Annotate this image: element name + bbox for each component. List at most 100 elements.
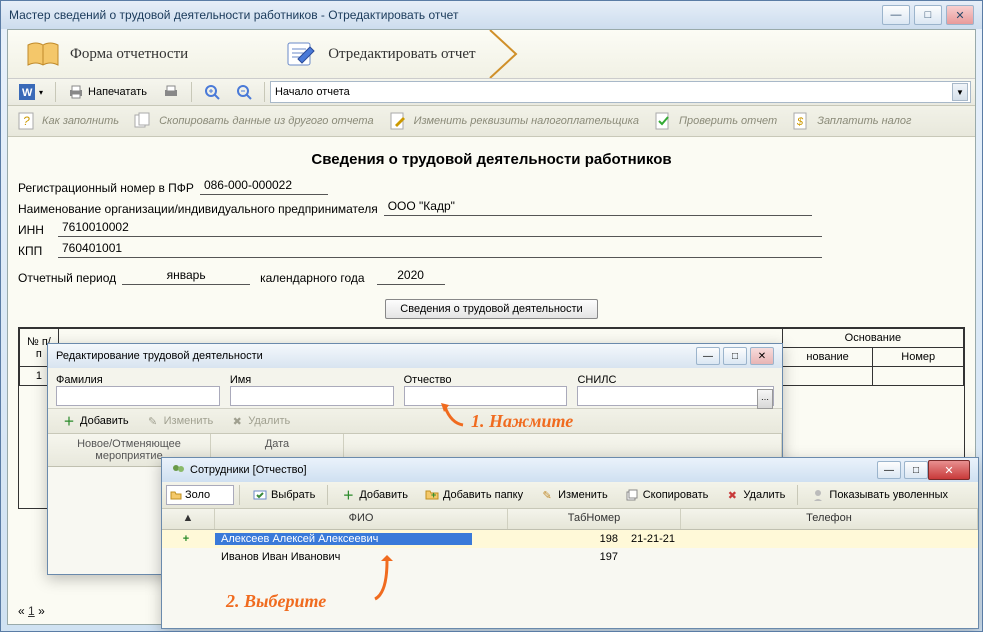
dlg2-select-button[interactable]: Выбрать <box>245 484 322 506</box>
word-icon: W <box>19 84 35 100</box>
wizard-step-2[interactable]: Отредактировать отчет <box>266 37 493 71</box>
filter-firstname: Имя <box>230 374 394 406</box>
dlg2-col-fio[interactable]: ФИО <box>215 509 508 529</box>
employee-row[interactable]: Иванов Иван Иванович197 <box>162 548 978 566</box>
howto-button[interactable]: ?Как заполнить <box>16 111 119 131</box>
col-nomer: Номер <box>873 348 964 367</box>
dlg2-grid-header: ▲ ФИО ТабНомер Телефон <box>162 509 978 530</box>
dlg2-show-fired-button[interactable]: Показывать уволенных <box>803 484 955 506</box>
dlg2-col-tel[interactable]: Телефон <box>681 509 978 529</box>
pager-next[interactable]: » <box>38 604 45 618</box>
check-icon <box>653 111 673 131</box>
dlg1-delete-button[interactable]: ✖Удалить <box>222 410 297 432</box>
dlg2-delete-button[interactable]: ✖Удалить <box>717 484 792 506</box>
dlg2-toolbar: Золо Выбрать ＋Добавить +Добавить папку ✎… <box>162 482 978 509</box>
dlg1-edit-button[interactable]: ✎Изменить <box>138 410 221 432</box>
filter-patronymic: Отчество <box>404 374 568 406</box>
wizard-step-2-label: Отредактировать отчет <box>328 46 475 63</box>
wizard-step-1[interactable]: Форма отчетности <box>8 37 206 71</box>
money-icon: $ <box>791 111 811 131</box>
select-icon <box>252 487 268 503</box>
filter-patronymic-label: Отчество <box>404 374 568 386</box>
annotation-arrow-1 <box>437 399 467 432</box>
period-year[interactable]: 2020 <box>377 268 445 285</box>
edit-doc-icon <box>284 37 318 71</box>
dlg2-maximize-button[interactable]: □ <box>904 461 928 479</box>
dropdown-icon: ▼ <box>952 83 968 101</box>
filter-patronymic-input[interactable] <box>404 386 568 406</box>
snils-picker-button[interactable]: ⋯ <box>757 389 773 409</box>
print-label: Напечатать <box>88 86 147 98</box>
dlg2-add-folder-button[interactable]: +Добавить папку <box>417 484 530 506</box>
window-minimize-button[interactable]: — <box>882 5 910 25</box>
x-red-icon: ✖ <box>724 487 740 503</box>
print-list-button[interactable] <box>156 80 186 104</box>
folder-icon <box>170 489 182 501</box>
inn-value[interactable]: 7610010002 <box>58 220 822 237</box>
filter-lastname-input[interactable] <box>56 386 220 406</box>
annotation-2: 2. Выберите <box>226 591 326 612</box>
svg-text:$: $ <box>796 116 804 128</box>
dlg2-grid-body: +Алексеев Алексей Алексеевич19821-21-21И… <box>162 530 978 566</box>
zoom-in-button[interactable] <box>197 80 227 104</box>
printer-list-icon <box>163 84 179 100</box>
edit-requisites-label: Изменить реквизиты налогоплательщика <box>414 115 639 127</box>
period-mid: календарного года <box>260 271 364 285</box>
word-export-button[interactable]: W▾ <box>12 80 50 104</box>
dlg1-add-button[interactable]: ＋Добавить <box>54 410 136 432</box>
pager: « 1 » <box>18 604 45 618</box>
zoom-in-icon <box>204 84 220 100</box>
pager-prev[interactable]: « <box>18 604 25 618</box>
dlg2-close-button[interactable]: ✕ <box>928 460 970 480</box>
filter-firstname-input[interactable] <box>230 386 394 406</box>
details-button[interactable]: Сведения о трудовой деятельности <box>385 299 597 319</box>
window-maximize-button[interactable]: □ <box>914 5 942 25</box>
plus-icon: ＋ <box>61 413 77 429</box>
svg-text:+: + <box>431 490 436 500</box>
dlg2-add-button[interactable]: ＋Добавить <box>333 484 415 506</box>
dlg2-col-sort[interactable]: ▲ <box>162 509 215 529</box>
org-value[interactable]: ООО "Кадр" <box>384 199 812 216</box>
filter-lastname: Фамилия <box>56 374 220 406</box>
copy-from-label: Скопировать данные из другого отчета <box>159 115 374 127</box>
kpp-value[interactable]: 760401001 <box>58 241 822 258</box>
check-report-button[interactable]: Проверить отчет <box>653 111 777 131</box>
copy-from-button[interactable]: Скопировать данные из другого отчета <box>133 111 374 131</box>
folder-plus-icon: + <box>424 487 440 503</box>
wizard-separator-icon <box>488 30 524 78</box>
dlg1-maximize-button[interactable]: □ <box>723 347 747 365</box>
dlg1-toolbar: ＋Добавить ✎Изменить ✖Удалить <box>48 409 782 434</box>
dlg2-col-tab[interactable]: ТабНомер <box>508 509 681 529</box>
dlg1-filter-row: Фамилия Имя Отчество СНИЛС ⋯ <box>48 368 782 409</box>
row-fio: Иванов Иван Иванович <box>215 551 472 563</box>
reg-value[interactable]: 086-000-000022 <box>200 178 328 195</box>
svg-text:W: W <box>22 87 33 99</box>
filter-snils-input[interactable] <box>577 386 774 406</box>
dlg1-minimize-button[interactable]: — <box>696 347 720 365</box>
edit-requisites-button[interactable]: Изменить реквизиты налогоплательщика <box>388 111 639 131</box>
period-month[interactable]: январь <box>122 268 250 285</box>
zoom-out-icon <box>236 84 252 100</box>
print-button[interactable]: Напечатать <box>61 80 154 104</box>
window-close-button[interactable]: ✕ <box>946 5 974 25</box>
zoom-out-button[interactable] <box>229 80 259 104</box>
check-report-label: Проверить отчет <box>679 115 777 127</box>
edit-icon <box>388 111 408 131</box>
dlg2-edit-button[interactable]: ✎Изменить <box>532 484 615 506</box>
org-label: Наименование организации/индивидуального… <box>18 202 378 216</box>
dlg2-titlebar: Сотрудники [Отчество] — □ ✕ <box>162 458 978 482</box>
section-selector[interactable]: Начало отчета ▼ <box>270 81 971 103</box>
pencil-icon: ✎ <box>539 487 555 503</box>
pager-page-1[interactable]: 1 <box>28 604 35 618</box>
annotation-1: 1. Нажмите <box>471 411 573 432</box>
dlg2-minimize-button[interactable]: — <box>877 461 901 479</box>
employee-row[interactable]: +Алексеев Алексей Алексеевич19821-21-21 <box>162 530 978 548</box>
dlg2-copy-button[interactable]: Скопировать <box>617 484 716 506</box>
pay-tax-button[interactable]: $Заплатить налог <box>791 111 911 131</box>
dlg1-title: Редактирование трудовой деятельности <box>56 350 263 362</box>
row-plus-icon: + <box>183 533 189 545</box>
dlg1-close-button[interactable]: ✕ <box>750 347 774 365</box>
period-label: Отчетный период <box>18 271 116 285</box>
help-doc-icon: ? <box>16 111 36 131</box>
folder-filter-field[interactable]: Золо <box>166 485 234 505</box>
